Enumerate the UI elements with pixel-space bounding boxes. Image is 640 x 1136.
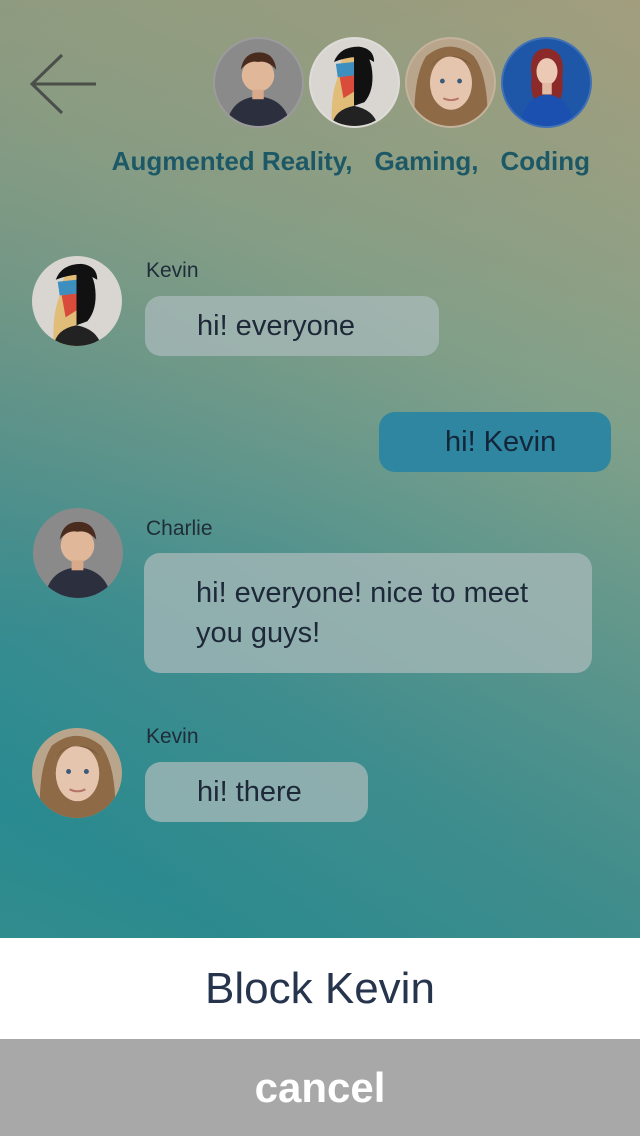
person-icon <box>414 46 488 126</box>
topic-item[interactable]: Coding <box>500 146 590 177</box>
message-text: hi! everyone! nice to meet you guys! <box>196 577 529 649</box>
sender-name: Kevin <box>146 259 199 282</box>
my-message-bubble[interactable]: hi! Kevin <box>379 412 611 472</box>
avatar-woman-redhead[interactable] <box>501 37 592 128</box>
message-bubble[interactable]: hi! everyone <box>145 296 439 356</box>
cancel-button[interactable]: cancel <box>0 1039 640 1136</box>
avatar-woman-blonde[interactable] <box>405 37 496 128</box>
block-user-button[interactable]: Block Kevin <box>0 938 640 1039</box>
topic-item[interactable]: Augmented Reality, <box>112 146 353 177</box>
back-button[interactable] <box>24 50 104 120</box>
person-icon <box>226 52 291 126</box>
arrow-left-icon <box>29 53 96 115</box>
topic-item[interactable]: Gaming, <box>374 146 478 177</box>
person-icon <box>331 46 378 126</box>
message-bubble[interactable]: hi! there <box>145 762 368 822</box>
person-icon <box>520 48 574 126</box>
topic-list: Augmented Reality, Gaming, Coding <box>0 146 640 177</box>
sender-avatar-kevin[interactable] <box>32 728 122 818</box>
person-icon <box>39 735 116 818</box>
message-text: hi! Kevin <box>445 426 557 458</box>
message-bubble[interactable]: hi! everyone! nice to meet you guys! <box>144 553 592 673</box>
sender-name: Charlie <box>146 517 213 540</box>
sender-avatar-kevin[interactable] <box>32 256 122 346</box>
sender-name: Kevin <box>146 725 199 748</box>
person-icon <box>44 521 112 598</box>
person-icon <box>53 263 102 346</box>
avatar-kevin[interactable] <box>309 37 400 128</box>
sender-avatar-charlie[interactable] <box>33 508 123 598</box>
participant-avatars <box>213 37 592 128</box>
message-text: hi! there <box>197 776 302 808</box>
avatar-charlie[interactable] <box>213 37 304 128</box>
message-text: hi! everyone <box>197 310 355 342</box>
